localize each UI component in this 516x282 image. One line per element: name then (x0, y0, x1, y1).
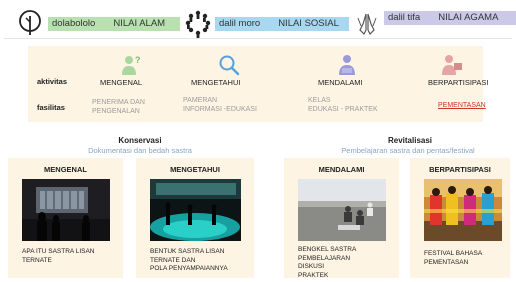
row-label-facility: fasilitas (37, 103, 65, 112)
card-mengenal[interactable]: MENGENAL APA ITU SASTRA LISAN TERNATE (8, 158, 123, 278)
dark-gallery-photo (22, 179, 110, 241)
card-description: BENGKEL SASTRA PEMBELAJARAN DISKUSI PRAK… (298, 246, 356, 280)
immersive-room-photo (150, 179, 241, 241)
facility-mengetahui-line-2: INFORMASI -EDUKASI (183, 106, 257, 113)
person-present-icon (442, 55, 462, 75)
facility-mengetahui: PAMERAN INFORMASI -EDUKASI (183, 96, 257, 114)
header-text-religion-left: dalil tifa (388, 12, 421, 23)
facility-mengenal-line-1: PENERIMA DAN (92, 99, 145, 106)
header-pill-nature: dolabololo NILAI ALAM (48, 17, 180, 31)
header-pill-social: dalil moro NILAI SOSIAL (215, 17, 349, 31)
card-title: MENDALAMI (318, 165, 365, 174)
card-description-line-3: POLA PENYAMPAIANNYA (150, 265, 228, 272)
svg-text:?: ? (135, 55, 141, 65)
facility-mengetahui-line-1: PAMERAN (183, 97, 218, 104)
tree-icon (19, 10, 41, 35)
card-mendalami[interactable]: MENDALAMI BENGKEL SASTRA PEMBELAJARAN DI… (284, 158, 399, 280)
header-text-social-left: dalil moro (219, 18, 261, 29)
facility-mendalami: KELAS EDUKASI - PRAKTEK (308, 96, 378, 114)
header-pill-religion: dalil tifa NILAI AGAMA (384, 11, 516, 25)
header-text-nature-right: NILAI ALAM (113, 18, 166, 29)
people-circle-icon (185, 10, 211, 38)
facility-mendalami-line-2: EDUKASI - PRAKTEK (308, 106, 378, 113)
header-divider (4, 38, 512, 39)
row-label-activity: aktivitas (37, 77, 68, 86)
card-description-line-4: PRAKTEK (298, 271, 329, 279)
activity-title-mengetahui: MENGETAHUI (191, 78, 241, 87)
header-text-religion-right: NILAI AGAMA (438, 12, 499, 23)
header-text-nature-left: dolabololo (52, 18, 96, 29)
card-description-line-3: DISKUSI (298, 263, 325, 270)
card-description-line-2: TERNATE DAN (150, 256, 196, 264)
section-title-conservation: Konservasi (118, 136, 162, 145)
card-title: MENGENAL (44, 165, 87, 174)
facility-mengenal-line-2: PENGENALAN (92, 108, 140, 115)
card-title: MENGETAHUI (170, 165, 220, 174)
card-description-line-1: BENGKEL SASTRA (298, 246, 357, 253)
praying-hands-icon (357, 13, 377, 36)
card-description-line-2: PEMBELAJARAN (298, 254, 351, 262)
card-description-line-1: FESTIVAL BAHASA (424, 250, 483, 257)
facility-berpartisipasi[interactable]: PEMENTASAN (438, 101, 486, 110)
card-description-line-2: PEMENTASAN (424, 258, 469, 266)
activity-title-mengenal: MENGENAL (100, 78, 143, 87)
section-subtitle-revitalization: Pembelajaran sastra dan pentas/festival (341, 146, 475, 155)
activity-title-berpartisipasi: BERPARTISIPASI (428, 78, 489, 87)
card-description-line-2: TERNATE (22, 256, 52, 264)
person-study-icon (339, 55, 355, 75)
card-description: APA ITU SASTRA LISAN TERNATE (22, 248, 95, 265)
card-description: FESTIVAL BAHASA PEMENTASAN (424, 250, 482, 267)
facility-berpartisipasi-line-1[interactable]: PEMENTASAN (438, 101, 486, 110)
header-text-social-right: NILAI SOSIAL (278, 18, 339, 29)
activity-title-mendalami: MENDALAMI (318, 78, 363, 87)
section-title-revitalization: Revitalisasi (387, 136, 433, 145)
festival-dance-photo (424, 179, 502, 241)
card-mengetahui[interactable]: MENGETAHUI BENTUK SASTRA LISAN TERNATE D… (136, 158, 254, 278)
card-berpartisipasi[interactable]: BERPARTISIPASI FESTIVAL BAHASA PEMENTASA… (410, 158, 510, 278)
activity-panel: aktivitas fasilitas ? MENGENAL PENERIMA … (28, 46, 488, 122)
card-description-line-1: APA ITU SASTRA LISAN (22, 248, 95, 255)
person-question-icon: ? (122, 55, 141, 75)
section-subtitle-conservation: Dokumentasi dan bedah sastra (88, 146, 192, 155)
outdoor-class-photo (298, 179, 386, 241)
search-icon (219, 55, 240, 76)
facility-mendalami-line-1: KELAS (308, 97, 331, 104)
facility-mengenal: PENERIMA DAN PENGENALAN (92, 98, 145, 116)
card-description-line-1: BENTUK SASTRA LISAN (150, 248, 225, 255)
card-title: BERPARTISIPASI (429, 165, 491, 174)
card-description: BENTUK SASTRA LISAN TERNATE DAN POLA PEN… (150, 248, 228, 274)
